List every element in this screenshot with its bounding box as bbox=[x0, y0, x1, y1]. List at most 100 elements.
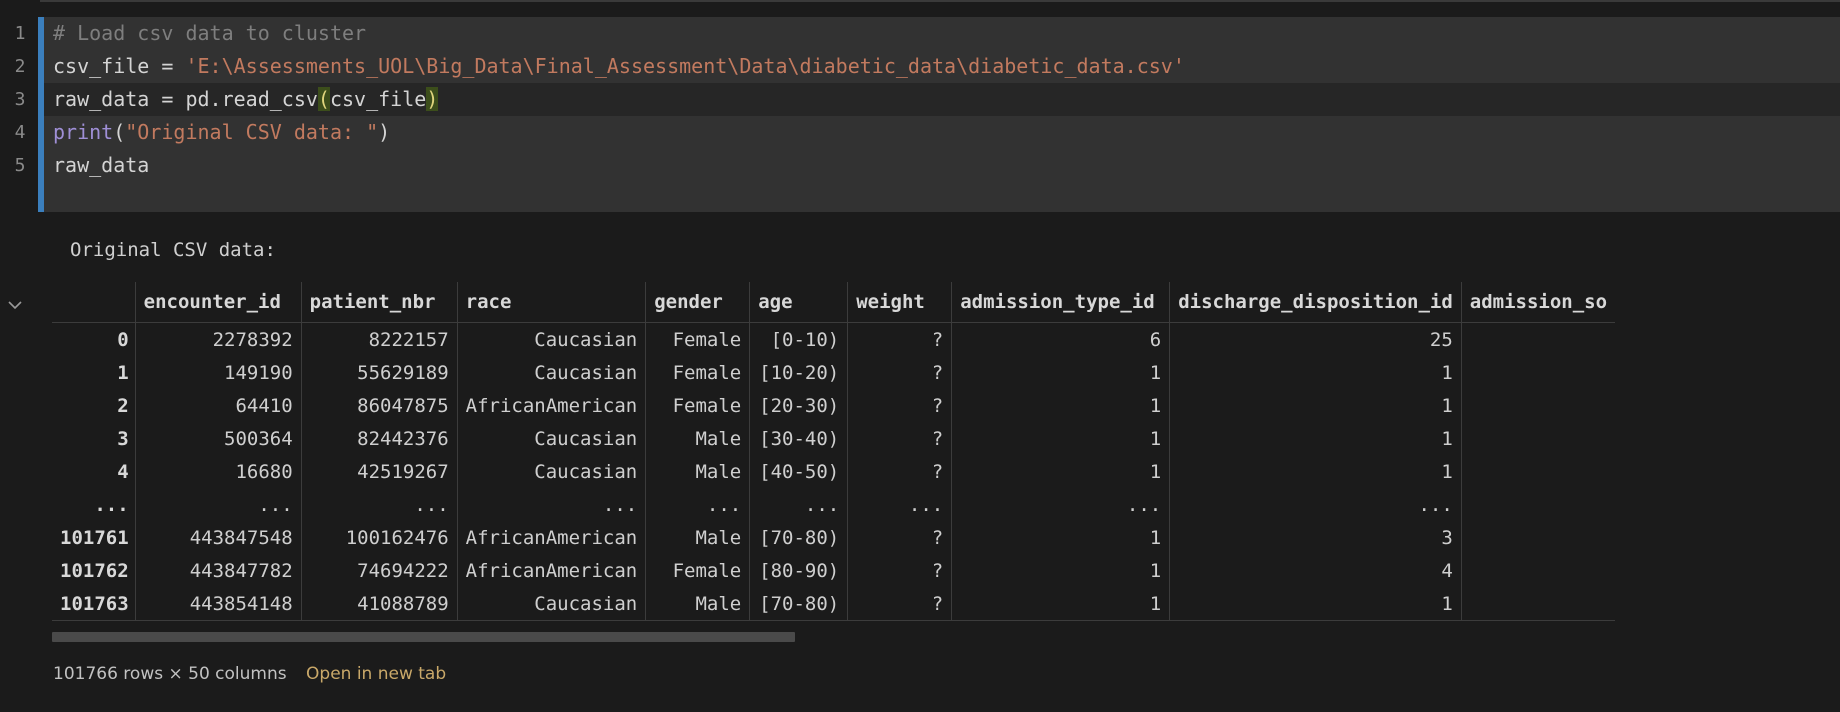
table-cell: [80-90) bbox=[749, 554, 849, 587]
code-string: "Original CSV data: " bbox=[125, 120, 379, 144]
table-cell: Female bbox=[645, 356, 751, 389]
row-index: ... bbox=[52, 488, 136, 521]
table-row: 4 16680 42519267 Caucasian Male [40-50)? 1 1 bbox=[52, 455, 1615, 488]
table-cell: 1 bbox=[951, 521, 1171, 554]
table-cell bbox=[1461, 455, 1615, 488]
horizontal-scrollbar[interactable] bbox=[52, 632, 795, 642]
table-cell: 8222157 bbox=[301, 322, 458, 356]
column-header: weight bbox=[847, 282, 953, 323]
table-cell: 42519267 bbox=[301, 455, 458, 488]
table-cell: 3 bbox=[1169, 521, 1462, 554]
dataframe-table: encounter_id patient_nbr race gender age weig… bbox=[52, 282, 1616, 621]
table-cell: 6 bbox=[951, 322, 1171, 356]
row-index: 0 bbox=[52, 322, 136, 356]
table-cell: 100162476 bbox=[301, 521, 458, 554]
table-cell: ? bbox=[847, 554, 953, 587]
output-footer: 101766 rows × 50 columns Open in new tab bbox=[53, 664, 446, 684]
table-cell: [20-30) bbox=[749, 389, 849, 422]
table-cell: Female bbox=[645, 389, 751, 422]
open-in-new-tab-link[interactable]: Open in new tab bbox=[306, 664, 446, 684]
table-cell: ? bbox=[847, 455, 953, 488]
table-cell: [70-80) bbox=[749, 587, 849, 621]
table-cell: Male bbox=[645, 587, 751, 621]
table-cell: ... bbox=[1169, 488, 1462, 521]
line-number: 2 bbox=[14, 56, 26, 77]
table-cell: 1 bbox=[951, 422, 1171, 455]
column-header: discharge_disposition_id bbox=[1169, 282, 1462, 323]
code-cell-editor[interactable]: # Load csv data to cluster csv_file = 'E… bbox=[38, 17, 1840, 212]
table-cell: 443854148 bbox=[135, 587, 302, 621]
table-cell: 1 bbox=[951, 455, 1171, 488]
paren-open: ( bbox=[113, 120, 126, 144]
table-cell: 82442376 bbox=[301, 422, 458, 455]
table-cell: Female bbox=[645, 322, 751, 356]
table-cell: [30-40) bbox=[749, 422, 849, 455]
table-cell: 1 bbox=[1169, 455, 1462, 488]
code-string: 'E:\Assessments_UOL\Big_Data\Final_Asses… bbox=[185, 54, 1185, 78]
table-row: 0 2278392 8222157 Caucasian Female [0-10)? 6 25 bbox=[52, 322, 1615, 356]
table-cell: 1 bbox=[951, 356, 1171, 389]
table-cell: Caucasian bbox=[457, 455, 647, 488]
table-cell: 74694222 bbox=[301, 554, 458, 587]
row-index: 1 bbox=[52, 356, 136, 389]
table-cell: 2278392 bbox=[135, 322, 302, 356]
chevron-down-icon[interactable] bbox=[6, 296, 24, 314]
table-cell: ... bbox=[749, 488, 849, 521]
code-line-2[interactable]: csv_file = 'E:\Assessments_UOL\Big_Data\… bbox=[44, 50, 1840, 83]
row-index: 2 bbox=[52, 389, 136, 422]
table-cell: Male bbox=[645, 521, 751, 554]
table-cell: 1 bbox=[951, 389, 1171, 422]
table-cell: 443847782 bbox=[135, 554, 302, 587]
table-cell: 41088789 bbox=[301, 587, 458, 621]
dataframe-output: encounter_id patient_nbr race gender age weig… bbox=[52, 282, 1840, 630]
row-index: 101761 bbox=[52, 521, 136, 554]
table-cell: 16680 bbox=[135, 455, 302, 488]
code-line-4[interactable]: print("Original CSV data: ") bbox=[44, 116, 1840, 149]
code-line-3[interactable]: raw_data = pd.read_csv(csv_file) bbox=[44, 83, 1840, 116]
table-cell: [70-80) bbox=[749, 521, 849, 554]
table-cell bbox=[1461, 389, 1615, 422]
table-cell: ... bbox=[301, 488, 458, 521]
table-cell: ? bbox=[847, 389, 953, 422]
table-cell: ? bbox=[847, 521, 953, 554]
table-cell: [10-20) bbox=[749, 356, 849, 389]
table-cell: 55629189 bbox=[301, 356, 458, 389]
table-cell: 64410 bbox=[135, 389, 302, 422]
line-number-gutter: 1 2 3 4 5 bbox=[0, 17, 40, 182]
table-cell: Caucasian bbox=[457, 422, 647, 455]
code-assignment: csv_file = bbox=[53, 54, 186, 78]
table-cell: ... bbox=[135, 488, 302, 521]
table-cell: 1 bbox=[1169, 422, 1462, 455]
table-cell: 500364 bbox=[135, 422, 302, 455]
line-number: 4 bbox=[14, 122, 26, 143]
column-header: age bbox=[749, 282, 849, 323]
table-cell: [0-10) bbox=[749, 322, 849, 356]
row-index: 4 bbox=[52, 455, 136, 488]
table-row: 1 149190 55629189 Caucasian Female [10-20)? 1 1 bbox=[52, 356, 1615, 389]
table-cell: 86047875 bbox=[301, 389, 458, 422]
paren-close: ) bbox=[378, 120, 391, 144]
table-cell: 1 bbox=[951, 587, 1171, 621]
table-cell: ? bbox=[847, 356, 953, 389]
table-cell bbox=[1461, 488, 1615, 521]
table-cell: Male bbox=[645, 422, 751, 455]
table-cell: [40-50) bbox=[749, 455, 849, 488]
table-cell: 1 bbox=[951, 554, 1171, 587]
code-arg: csv_file bbox=[329, 87, 427, 111]
dataframe-summary: 101766 rows × 50 columns bbox=[53, 664, 287, 684]
column-header: patient_nbr bbox=[301, 282, 458, 323]
column-header: admission_so bbox=[1461, 282, 1616, 323]
table-cell: ... bbox=[951, 488, 1171, 521]
table-cell bbox=[1461, 521, 1615, 554]
code-line-5[interactable]: raw_data bbox=[44, 149, 1840, 182]
table-cell: Caucasian bbox=[457, 587, 647, 621]
table-cell: AfricanAmerican bbox=[457, 521, 647, 554]
code-line-1[interactable]: # Load csv data to cluster bbox=[44, 17, 1840, 50]
code-keyword: print bbox=[53, 120, 114, 144]
row-index: 101762 bbox=[52, 554, 136, 587]
code-comment: # Load csv data to cluster bbox=[53, 21, 367, 45]
column-header: encounter_id bbox=[135, 282, 302, 323]
paren-close: ) bbox=[426, 87, 439, 111]
table-cell: AfricanAmerican bbox=[457, 389, 647, 422]
table-cell: Male bbox=[645, 455, 751, 488]
